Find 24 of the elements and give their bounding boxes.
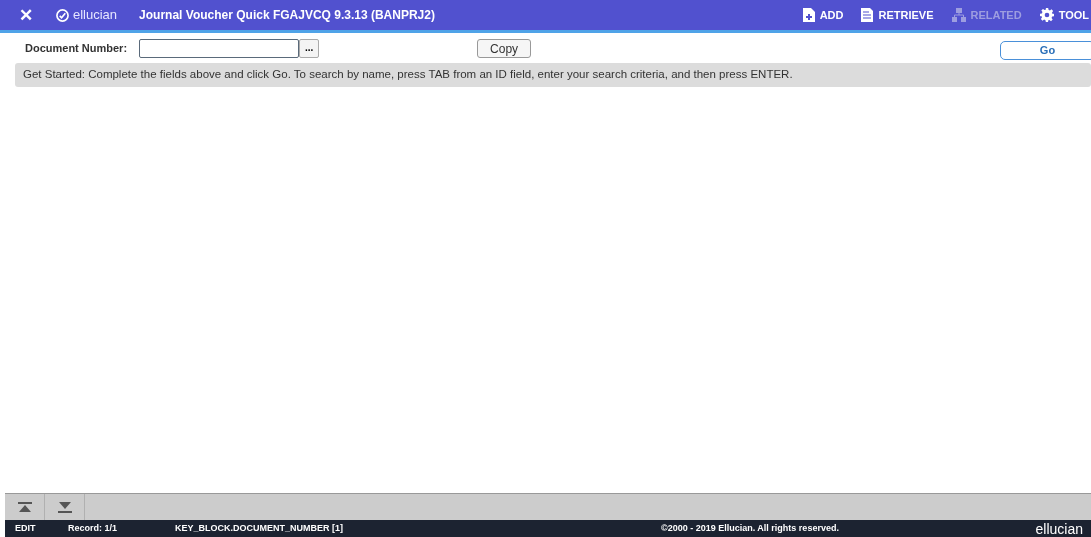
mode-text: EDIT	[15, 521, 37, 535]
toolbar-button[interactable]: TOOL	[1039, 6, 1089, 24]
toolbar-button[interactable]: RETRIEVE	[861, 6, 934, 24]
lookup-button[interactable]: ...	[299, 38, 320, 58]
last-record-icon	[57, 501, 72, 513]
record-text: Record: 1/1	[68, 521, 119, 535]
notice-text: Get Started: Complete the fields above and click Go. To search by name, press TAB from an ID field, enter your search criteria, and then press ENTER.	[23, 67, 793, 83]
close-button[interactable]: ✕	[18, 6, 34, 24]
first-record-icon	[17, 501, 32, 513]
document-number-field[interactable]	[139, 38, 300, 58]
copy-button[interactable]: Copy	[477, 38, 532, 58]
settings-icon	[1039, 8, 1054, 22]
field-label: Document Number:	[25, 40, 128, 56]
hierarchy-icon	[951, 8, 966, 22]
add-document-icon	[802, 8, 815, 22]
field-name-text: KEY_BLOCK.DOCUMENT_NUMBER [1]	[175, 521, 343, 535]
window-title: Journal Voucher Quick FGAJVCQ 9.3.13 (BANPRJ2)	[139, 7, 435, 24]
footer-logo: ellucian	[1035, 521, 1083, 536]
copyright-text: ©2000 - 2019 Ellucian. All rights reserved.	[661, 521, 839, 535]
toolbar-button[interactable]: ADD	[802, 6, 844, 24]
document-icon	[861, 8, 874, 22]
brand-name: ellucian	[73, 6, 118, 25]
go-button[interactable]: Go	[1000, 40, 1091, 60]
logo-icon	[56, 8, 69, 22]
